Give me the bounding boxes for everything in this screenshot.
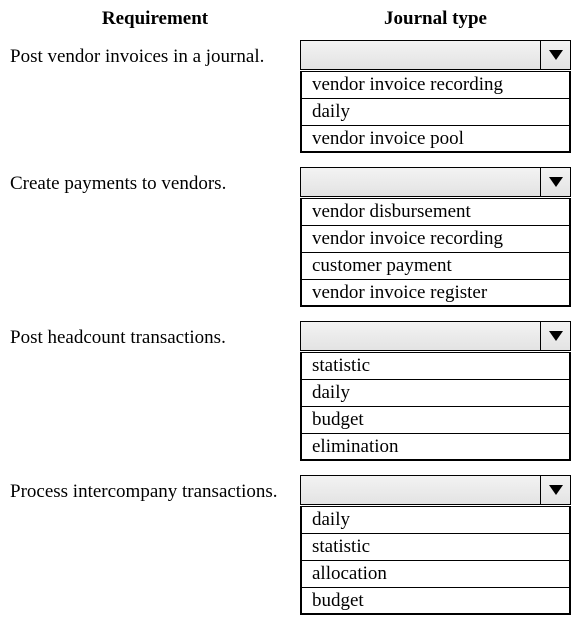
journal-type-dropdown[interactable] [300,40,571,70]
dropdown-option[interactable]: statistic [302,534,569,561]
requirement-label: Post vendor invoices in a journal. [10,40,300,68]
header-journal-type: Journal type [300,8,571,30]
dropdown-option[interactable]: daily [302,99,569,126]
dropdown-selected-value [301,476,540,504]
question-row: Post vendor invoices in a journal.vendor… [10,40,571,153]
dropdown-option[interactable]: allocation [302,561,569,588]
question-row: Process intercompany transactions.dailys… [10,475,571,615]
chevron-down-icon[interactable] [540,41,570,69]
journal-type-cell: statisticdailybudgetelimination [300,321,571,461]
dropdown-option[interactable]: elimination [302,434,569,460]
header-requirement: Requirement [10,8,300,30]
dropdown-options-list: vendor disbursementvendor invoice record… [300,198,571,307]
journal-type-cell: dailystatisticallocationbudget [300,475,571,615]
dropdown-option[interactable]: daily [302,380,569,407]
dropdown-options-list: statisticdailybudgetelimination [300,352,571,461]
dropdown-options-list: vendor invoice recordingdailyvendor invo… [300,71,571,153]
dropdown-selected-value [301,168,540,196]
chevron-down-icon[interactable] [540,322,570,350]
journal-type-dropdown[interactable] [300,475,571,505]
dropdown-option[interactable]: daily [302,507,569,534]
chevron-down-icon[interactable] [540,476,570,504]
dropdown-option[interactable]: statistic [302,353,569,380]
dropdown-option[interactable]: budget [302,407,569,434]
journal-type-cell: vendor invoice recordingdailyvendor invo… [300,40,571,153]
requirement-label: Post headcount transactions. [10,321,300,349]
question-row: Post headcount transactions.statisticdai… [10,321,571,461]
chevron-down-icon[interactable] [540,168,570,196]
dropdown-option[interactable]: budget [302,588,569,614]
dropdown-option[interactable]: vendor invoice register [302,280,569,306]
journal-type-dropdown[interactable] [300,321,571,351]
requirement-label: Process intercompany transactions. [10,475,300,503]
journal-type-cell: vendor disbursementvendor invoice record… [300,167,571,307]
journal-type-dropdown[interactable] [300,167,571,197]
dropdown-option[interactable]: customer payment [302,253,569,280]
requirement-label: Create payments to vendors. [10,167,300,195]
column-headers: Requirement Journal type [10,8,571,30]
question-row: Create payments to vendors.vendor disbur… [10,167,571,307]
dropdown-options-list: dailystatisticallocationbudget [300,506,571,615]
dropdown-selected-value [301,41,540,69]
dropdown-option[interactable]: vendor disbursement [302,199,569,226]
dropdown-selected-value [301,322,540,350]
dropdown-option[interactable]: vendor invoice recording [302,226,569,253]
dropdown-option[interactable]: vendor invoice pool [302,126,569,152]
dropdown-option[interactable]: vendor invoice recording [302,72,569,99]
